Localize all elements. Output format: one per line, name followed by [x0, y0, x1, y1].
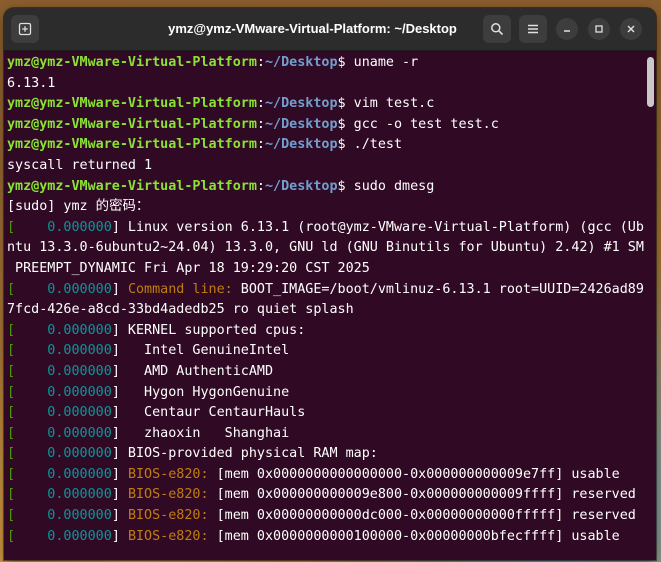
- window-title: ymz@ymz-VMware-Virtual-Platform: ~/Deskt…: [168, 21, 457, 36]
- dmesg-line: [ 0.000000] Command line: BOOT_IMAGE=/bo…: [7, 281, 644, 297]
- dmesg-line: [ 0.000000] zhaoxin Shanghai: [7, 425, 290, 441]
- prompt-line: ymz@ymz-VMware-Virtual-Platform:~/Deskto…: [7, 96, 435, 112]
- close-icon: [627, 25, 635, 33]
- sudo-password-prompt: [sudo] ymz 的密码：: [7, 199, 150, 215]
- dmesg-line: [ 0.000000] KERNEL supported cpus:: [7, 322, 306, 338]
- hamburger-menu-icon: [528, 24, 538, 34]
- scrollbar-thumb[interactable]: [647, 57, 654, 107]
- search-icon: [491, 23, 504, 36]
- prompt-line: ymz@ymz-VMware-Virtual-Platform:~/Deskto…: [7, 55, 419, 70]
- maximize-icon: [595, 25, 603, 33]
- prompt-line: ymz@ymz-VMware-Virtual-Platform:~/Deskto…: [7, 178, 435, 194]
- dmesg-line: 7fcd-426e-a8cd-33bd4adedb25 ro quiet spl…: [7, 302, 354, 318]
- command-text: vim test.c: [353, 96, 435, 112]
- dmesg-line: [ 0.000000] BIOS-e820: [mem 0x0000000000…: [7, 466, 620, 482]
- new-tab-button[interactable]: [11, 15, 39, 43]
- dmesg-line: PREEMPT_DYNAMIC Fri Apr 18 19:29:20 CST …: [7, 260, 370, 276]
- command-text: uname -r: [353, 55, 419, 70]
- terminal-window: ymz@ymz-VMware-Virtual-Platform: ~/Deskt…: [4, 8, 656, 560]
- dmesg-line: [ 0.000000] BIOS-e820: [mem 0x0000000000…: [7, 487, 636, 503]
- maximize-button[interactable]: [588, 18, 610, 40]
- search-button[interactable]: [483, 15, 511, 43]
- close-button[interactable]: [620, 18, 642, 40]
- dmesg-line: [ 0.000000] AMD AuthenticAMD: [7, 363, 274, 379]
- vertical-scrollbar[interactable]: [645, 51, 656, 560]
- dmesg-line: [ 0.000000] BIOS-e820: [mem 0x0000000000…: [7, 528, 620, 544]
- menu-button[interactable]: [519, 15, 547, 43]
- new-tab-icon: [18, 22, 32, 36]
- minimize-icon: [564, 30, 570, 32]
- command-text: gcc -o test test.c: [353, 116, 499, 132]
- output-line: syscall returned 1: [7, 157, 153, 173]
- dmesg-line: [ 0.000000] Centaur CentaurHauls: [7, 405, 306, 421]
- prompt-line: ymz@ymz-VMware-Virtual-Platform:~/Deskto…: [7, 116, 499, 132]
- titlebar: ymz@ymz-VMware-Virtual-Platform: ~/Deskt…: [4, 8, 656, 51]
- output-line: 6.13.1: [7, 75, 56, 91]
- dmesg-line: [ 0.000000] BIOS-provided physical RAM m…: [7, 446, 378, 462]
- command-text: sudo dmesg: [353, 178, 435, 194]
- prompt-line: ymz@ymz-VMware-Virtual-Platform:~/Deskto…: [7, 137, 403, 153]
- dmesg-line: [ 0.000000] Intel GenuineIntel: [7, 343, 290, 359]
- dmesg-line: [ 0.000000] Linux version 6.13.1 (root@y…: [7, 219, 644, 235]
- dmesg-line: [ 0.000000] BIOS-e820: [mem 0x0000000000…: [7, 508, 636, 524]
- terminal-output[interactable]: ymz@ymz-VMware-Virtual-Platform:~/Deskto…: [4, 51, 644, 560]
- dmesg-line: ntu 13.3.0-6ubuntu2~24.04) 13.3.0, GNU l…: [7, 240, 644, 256]
- command-text: ./test: [353, 137, 403, 153]
- minimize-button[interactable]: [556, 18, 578, 40]
- dmesg-line: [ 0.000000] Hygon HygonGenuine: [7, 384, 290, 400]
